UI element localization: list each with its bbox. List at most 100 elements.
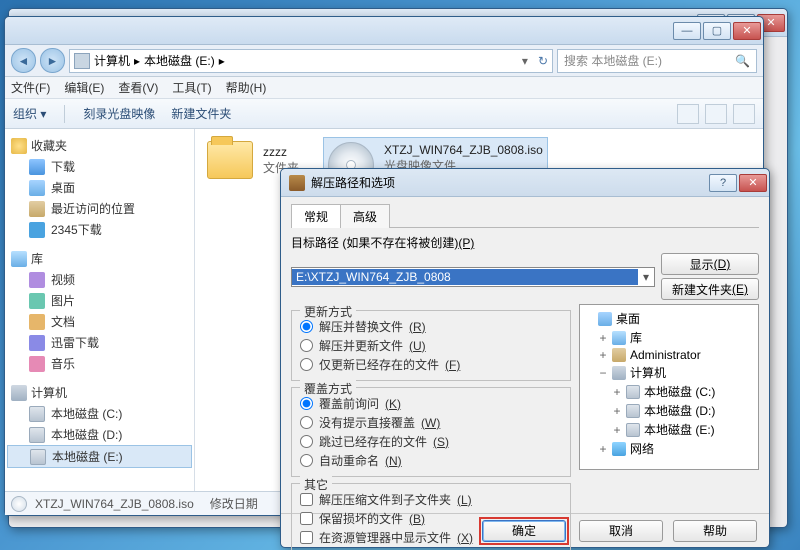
newfolder-button[interactable]: 新建文件夹(E) [661, 278, 759, 300]
display-button[interactable]: 显示(D) [661, 253, 759, 275]
toolbar-burn[interactable]: 刻录光盘映像 [83, 105, 155, 122]
refresh-icon[interactable]: ↻ [538, 54, 548, 68]
nav-pictures[interactable]: 图片 [7, 290, 192, 311]
desktop-icon [598, 312, 612, 326]
tree-network[interactable]: +网络 [584, 439, 754, 458]
nav-drive-d[interactable]: 本地磁盘 (D:) [7, 424, 192, 445]
nav-computer[interactable]: 计算机 [7, 382, 192, 403]
drive-icon [29, 406, 45, 422]
star-icon [11, 138, 27, 154]
misc-legend: 其它 [300, 476, 332, 493]
dialog-help-button[interactable]: ? [709, 174, 737, 192]
computer-icon [11, 385, 27, 401]
overwrite-noask[interactable]: 没有提示直接覆盖(W) [300, 413, 562, 432]
min-button[interactable]: — [673, 22, 701, 40]
path-label: 目标路径 (如果不存在将被创建)(P) [291, 234, 759, 251]
archive-icon [289, 175, 305, 191]
drive-icon [30, 449, 46, 465]
nav-documents[interactable]: 文档 [7, 311, 192, 332]
update-fresh[interactable]: 解压并更新文件(U) [300, 336, 562, 355]
folder-name: zzzz [263, 144, 299, 160]
nav-favorites[interactable]: 收藏夹 [7, 135, 192, 156]
crumb-sep2: ▸ [219, 54, 225, 68]
nav-libraries[interactable]: 库 [7, 248, 192, 269]
recent-icon [29, 201, 45, 217]
misc-showinexplorer[interactable]: 在资源管理器中显示文件(X) [300, 528, 562, 547]
close-button[interactable]: ✕ [733, 22, 761, 40]
toolbar: 组织 ▾ 刻录光盘映像 新建文件夹 [5, 99, 763, 129]
drive-icon [626, 423, 640, 437]
crumb-drive[interactable]: 本地磁盘 (E:) [144, 52, 215, 69]
help-button[interactable] [733, 104, 755, 124]
status-icon [11, 496, 27, 512]
misc-subfolder[interactable]: 解压压缩文件到子文件夹(L) [300, 490, 562, 509]
tree-drive-d[interactable]: +本地磁盘 (D:) [584, 401, 754, 420]
breadcrumb-box[interactable]: 计算机 ▸ 本地磁盘 (E:) ▸ ▾ ↻ [69, 49, 553, 73]
toolbar-newfolder[interactable]: 新建文件夹 [171, 105, 231, 122]
nav-thunder[interactable]: 迅雷下载 [7, 332, 192, 353]
2345-icon [29, 222, 45, 238]
menu-help[interactable]: 帮助(H) [226, 79, 267, 96]
overwrite-skip[interactable]: 跳过已经存在的文件(S) [300, 432, 562, 451]
library-icon [11, 251, 27, 267]
menu-file[interactable]: 文件(F) [11, 79, 50, 96]
desktop-icon [29, 180, 45, 196]
iso-name: XTZJ_WIN764_ZJB_0808.iso [384, 142, 543, 158]
preview-pane-button[interactable] [705, 104, 727, 124]
address-bar: ◄ ► 计算机 ▸ 本地磁盘 (E:) ▸ ▾ ↻ 搜索 本地磁盘 (E:) 🔍 [5, 45, 763, 77]
crumb-computer[interactable]: 计算机 [94, 52, 130, 69]
menu-edit[interactable]: 编辑(E) [64, 79, 104, 96]
nav-2345[interactable]: 2345下载 [7, 219, 192, 240]
tree-desktop[interactable]: 桌面 [584, 309, 754, 328]
max-button[interactable]: ▢ [703, 22, 731, 40]
overwrite-rename[interactable]: 自动重命名(N) [300, 451, 562, 470]
update-existing[interactable]: 仅更新已经存在的文件(F) [300, 355, 562, 374]
dialog-close-button[interactable]: ✕ [739, 174, 767, 192]
overwrite-mode-group: 覆盖方式 覆盖前询问(K) 没有提示直接覆盖(W) 跳过已经存在的文件(S) 自… [291, 387, 571, 477]
path-value: E:\XTZJ_WIN764_ZJB_0808 [292, 269, 638, 285]
drive-icon [74, 53, 90, 69]
computer-icon [612, 366, 626, 380]
video-icon [29, 272, 45, 288]
status-filename: XTZJ_WIN764_ZJB_0808.iso [35, 497, 194, 511]
path-dropdown-icon[interactable]: ▾ [638, 270, 654, 284]
addr-dropdown[interactable]: ▾ [522, 54, 528, 68]
dialog-titlebar[interactable]: 解压路径和选项 ? ✕ [281, 169, 769, 197]
misc-keepbroken[interactable]: 保留损坏的文件(B) [300, 509, 562, 528]
nav-videos[interactable]: 视频 [7, 269, 192, 290]
menu-tools[interactable]: 工具(T) [172, 79, 211, 96]
tree-drive-e[interactable]: +本地磁盘 (E:) [584, 420, 754, 439]
extract-dialog: 解压路径和选项 ? ✕ 常规 高级 目标路径 (如果不存在将被创建)(P) E:… [280, 168, 770, 548]
toolbar-organize[interactable]: 组织 ▾ [13, 105, 46, 122]
menu-bar: 文件(F) 编辑(E) 查看(V) 工具(T) 帮助(H) [5, 77, 763, 99]
tree-computer[interactable]: −计算机 [584, 363, 754, 382]
tab-advanced[interactable]: 高级 [340, 204, 390, 228]
titlebar[interactable]: — ▢ ✕ [5, 17, 763, 45]
path-combobox[interactable]: E:\XTZJ_WIN764_ZJB_0808 ▾ [291, 267, 655, 287]
search-box[interactable]: 搜索 本地磁盘 (E:) 🔍 [557, 49, 757, 73]
view-mode-button[interactable] [677, 104, 699, 124]
update-legend: 更新方式 [300, 303, 356, 320]
help-button[interactable]: 帮助 [673, 520, 757, 542]
nav-music[interactable]: 音乐 [7, 353, 192, 374]
nav-downloads[interactable]: 下载 [7, 156, 192, 177]
nav-back-button[interactable]: ◄ [11, 48, 36, 73]
nav-drive-c[interactable]: 本地磁盘 (C:) [7, 403, 192, 424]
dialog-tabs: 常规 高级 [291, 203, 759, 228]
nav-recent[interactable]: 最近访问的位置 [7, 198, 192, 219]
folder-tree[interactable]: 桌面 +库 +Administrator −计算机 +本地磁盘 (C:) +本地… [579, 304, 759, 470]
nav-forward-button[interactable]: ► [40, 48, 65, 73]
tree-admin[interactable]: +Administrator [584, 347, 754, 363]
tree-lib[interactable]: +库 [584, 328, 754, 347]
nav-desktop[interactable]: 桌面 [7, 177, 192, 198]
menu-view[interactable]: 查看(V) [118, 79, 158, 96]
nav-drive-e[interactable]: 本地磁盘 (E:) [7, 445, 192, 468]
tab-general[interactable]: 常规 [291, 204, 341, 228]
update-mode-group: 更新方式 解压并替换文件(R) 解压并更新文件(U) 仅更新已经存在的文件(F) [291, 310, 571, 381]
cancel-button[interactable]: 取消 [579, 520, 663, 542]
search-placeholder: 搜索 本地磁盘 (E:) [564, 52, 662, 69]
document-icon [29, 314, 45, 330]
tree-drive-c[interactable]: +本地磁盘 (C:) [584, 382, 754, 401]
navigation-pane: 收藏夹 下载 桌面 最近访问的位置 2345下载 库 视频 图片 文档 迅雷下载… [5, 129, 195, 491]
picture-icon [29, 293, 45, 309]
